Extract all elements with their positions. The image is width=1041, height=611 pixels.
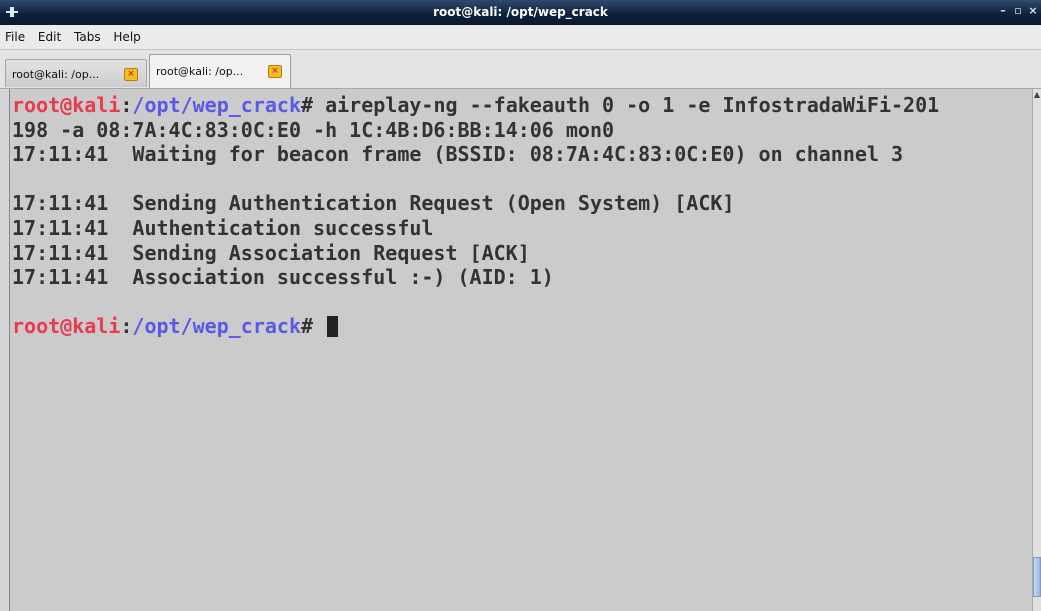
scroll-up-arrow-icon[interactable]: ▲ <box>1033 89 1041 101</box>
tab-label: root@kali: /op... <box>156 65 244 78</box>
minimize-button[interactable]: – <box>998 4 1008 17</box>
output-line: 17:11:41 Sending Authentication Request … <box>12 191 735 216</box>
prompt-path: /opt/wep_crack <box>132 93 301 117</box>
maximize-button[interactable]: ▫ <box>1013 4 1023 17</box>
menu-file[interactable]: File <box>0 25 29 44</box>
command-continuation: 198 -a 08:7A:4C:83:0C:E0 -h 1C:4B:D6:BB:… <box>12 117 615 142</box>
close-button[interactable]: × <box>1028 4 1038 17</box>
close-icon[interactable]: × <box>268 65 282 78</box>
menu-help[interactable]: Help <box>108 25 144 44</box>
window-title: root@kali: /opt/wep_crack <box>433 5 608 19</box>
prompt-separator: : <box>120 314 133 339</box>
tab-terminal-1[interactable]: root@kali: /op... × <box>5 59 147 87</box>
terminal-output[interactable]: root@kali:/opt/wep_crack# aireplay-ng --… <box>9 89 1032 611</box>
window-titlebar[interactable]: root@kali: /opt/wep_crack – ▫ × <box>0 0 1041 25</box>
window-controls: – ▫ × <box>998 4 1038 17</box>
scrollbar-thumb[interactable] <box>1033 557 1041 597</box>
prompt-user-host: root@kali <box>12 314 121 339</box>
prompt-symbol: # <box>301 93 314 117</box>
menu-bar: File Edit Tabs Help <box>0 25 1041 50</box>
output-line: 17:11:41 Sending Association Request [AC… <box>12 240 530 265</box>
menu-edit[interactable]: Edit <box>33 25 65 44</box>
prompt-symbol: # <box>301 314 314 339</box>
current-prompt-line: root@kali:/opt/wep_crack# <box>12 314 1032 339</box>
vertical-scrollbar[interactable]: ▲ <box>1032 89 1041 611</box>
menu-tabs[interactable]: Tabs <box>69 25 105 44</box>
output-line: 17:11:41 Waiting for beacon frame (BSSID… <box>12 142 904 167</box>
tab-terminal-2[interactable]: root@kali: /op... × <box>149 54 291 88</box>
tab-bar: root@kali: /op... × root@kali: /op... × <box>0 50 1041 89</box>
prompt-user-host: root@kali <box>12 93 121 117</box>
command-line: root@kali:/opt/wep_crack# aireplay-ng --… <box>12 93 1032 118</box>
prompt-separator: : <box>120 93 133 117</box>
output-line: 17:11:41 Authentication successful <box>12 215 434 240</box>
output-line: 17:11:41 Association successful :-) (AID… <box>12 265 554 290</box>
text-cursor <box>327 316 339 338</box>
close-icon[interactable]: × <box>124 68 138 81</box>
command-text: aireplay-ng --fakeauth 0 -o 1 -e Infostr… <box>313 93 940 117</box>
prompt-path: /opt/wep_crack <box>132 314 301 339</box>
tab-label: root@kali: /op... <box>12 68 100 81</box>
